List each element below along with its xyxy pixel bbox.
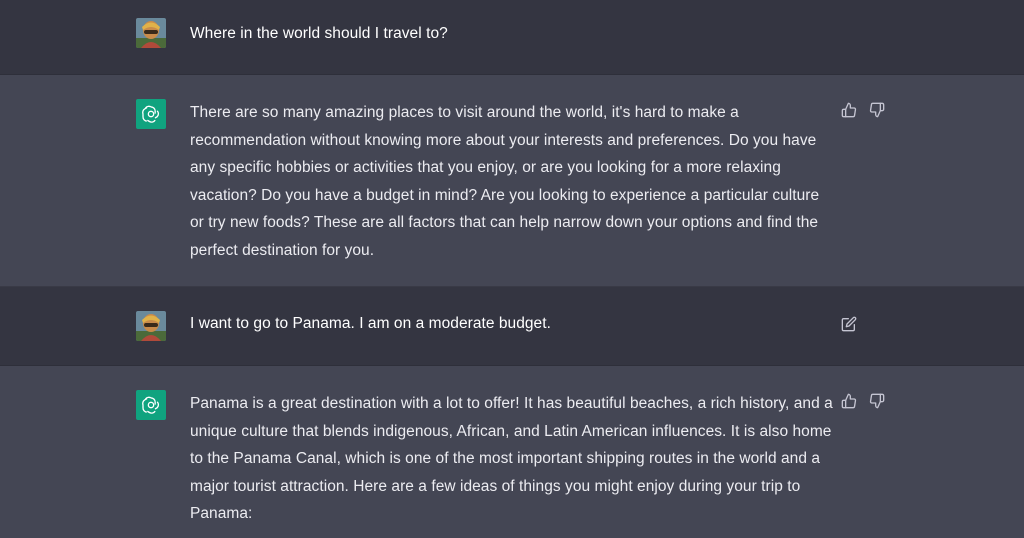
edit-icon[interactable] [840,315,858,333]
thumbs-down-icon[interactable] [868,101,886,119]
message-actions [840,315,858,333]
feedback-actions [840,392,886,410]
openai-logo-icon [136,99,166,129]
user-message-text: I want to go to Panama. I am on a modera… [190,315,551,332]
assistant-message-text: There are so many amazing places to visi… [190,104,820,259]
thumbs-up-icon[interactable] [840,392,858,410]
message-row-user: Where in the world should I travel to? [0,0,1024,75]
message-row-assistant: Panama is a great destination with a lot… [0,366,1024,538]
chat-thread: Where in the world should I travel to? T… [0,0,1024,538]
user-message-text: Where in the world should I travel to? [190,25,448,42]
message-row-user: I want to go to Panama. I am on a modera… [0,287,1024,366]
feedback-actions [840,101,886,119]
user-avatar [136,18,166,48]
thumbs-up-icon[interactable] [840,101,858,119]
openai-logo-icon [136,390,166,420]
user-avatar [136,311,166,341]
message-row-assistant: There are so many amazing places to visi… [0,75,1024,287]
assistant-message-text: Panama is a great destination with a lot… [190,395,833,522]
thumbs-down-icon[interactable] [868,392,886,410]
